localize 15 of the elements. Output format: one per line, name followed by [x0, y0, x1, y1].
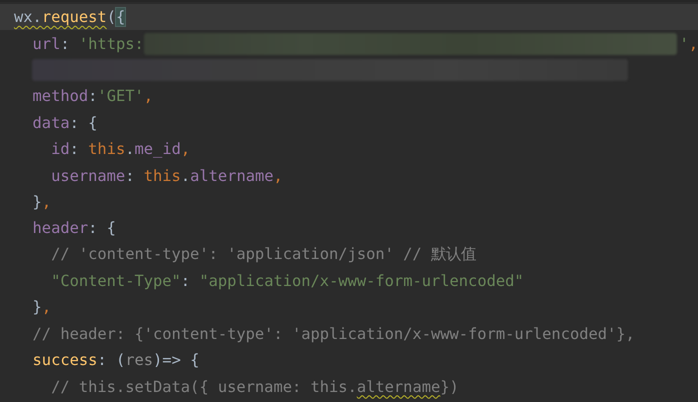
code-text: // 'content-type': 'application/json' // 默认值 — [50, 244, 476, 266]
code-text: data: { — [32, 114, 98, 132]
code-text: "Content-Type": "application/x-www-form-urlencoded" — [50, 272, 524, 290]
code-text: id: this.me_id, — [50, 140, 190, 158]
code-text: wx.request({ — [14, 8, 126, 26]
code-text: // this.setData({ username: this.altername}) — [50, 378, 459, 396]
code-text: url: 'https: — [32, 34, 144, 53]
code-text: method:'GET', — [32, 87, 154, 106]
code-text: }, — [32, 298, 52, 316]
code-text: username: this.altername, — [50, 166, 283, 185]
code-text: // header: {'content-type': 'application/x-www-form-urlencoded'}, — [32, 324, 635, 343]
code-text: ', — [679, 34, 698, 53]
code-text: success: (res)=> { — [32, 351, 200, 370]
code-text: }, — [32, 192, 52, 211]
code-text: header: { — [32, 219, 116, 238]
